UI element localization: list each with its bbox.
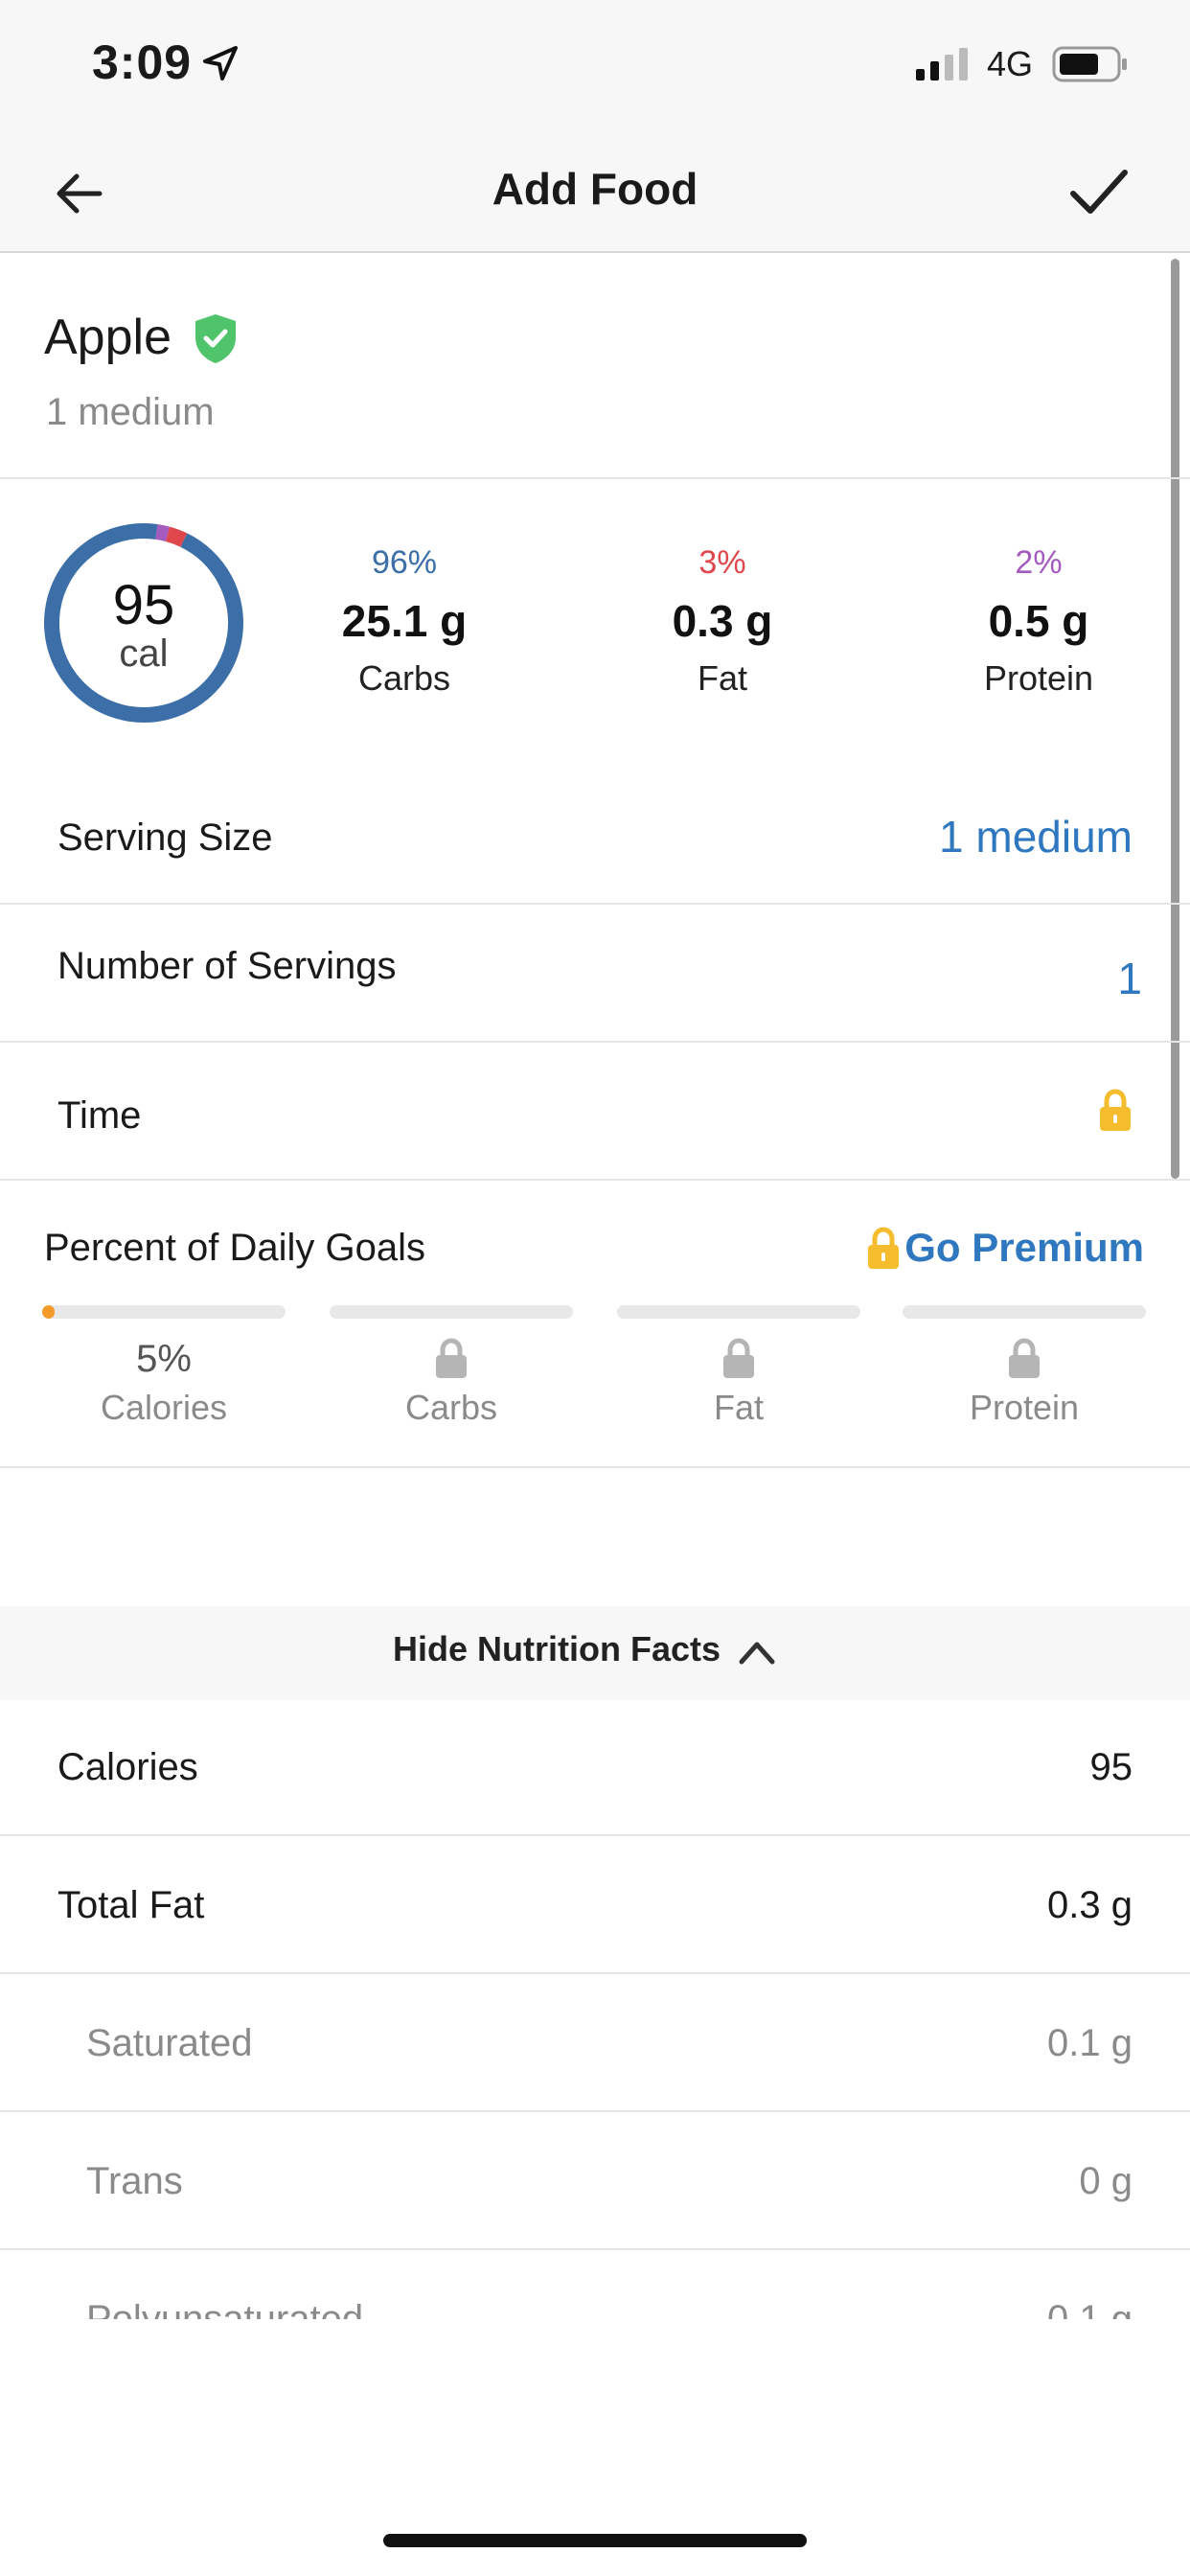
goal-fat: Fat [617,1338,860,1428]
goal-label: Protein [969,1388,1080,1427]
goal-progress-protein [903,1305,1146,1319]
goal-label: Calories [100,1388,228,1427]
number-of-servings-label: Number of Servings [57,945,397,987]
divider [0,1466,1190,1468]
divider [0,1179,1190,1181]
chevron-up-icon [739,1642,775,1665]
goal-carbs: Carbs [330,1338,573,1428]
goal-progress-fill [42,1305,55,1319]
goal-lock [330,1338,573,1384]
goal-protein: Protein [903,1338,1146,1428]
signal-icon [916,48,968,80]
macro-carbs: 96% 25.1 g Carbs [289,544,519,699]
serving-size-value[interactable]: 1 medium [939,811,1133,862]
macro-percent: 96% [371,544,438,581]
divider [0,1041,1190,1043]
macro-protein: 2% 0.5 g Protein [924,544,1154,699]
macro-fat: 3% 0.3 g Fat [607,544,837,699]
nutrition-row-label: Calories [57,1746,198,1788]
macro-grams: 0.5 g [988,596,1089,646]
serving-size-label: Serving Size [57,816,273,859]
macro-label: Fat [697,658,747,698]
divider [0,2248,1190,2250]
divider [0,1834,1190,1836]
verified-shield-icon [195,314,236,363]
lock-icon[interactable] [1098,1089,1133,1133]
location-arrow-icon [203,46,238,80]
macro-label: Protein [983,658,1094,698]
lock-icon [436,1338,467,1378]
status-time: 3:09 [92,35,193,89]
battery-icon [1052,46,1127,82]
divider [0,2110,1190,2112]
divider [0,1972,1190,1974]
page-title: Add Food [492,164,698,214]
food-name: Apple [44,310,172,365]
network-label: 4G [987,44,1034,83]
goal-progress-carbs [330,1305,573,1319]
nutrition-row-value: 0.1 g [1047,2022,1133,2064]
goal-lock [617,1338,860,1384]
number-of-servings-value[interactable]: 1 [1117,953,1142,1004]
nutrition-row-value: 95 [1089,1746,1133,1788]
nutrition-row-label: Trans [86,2160,183,2202]
lock-icon [1009,1338,1040,1378]
macro-percent: 3% [698,544,746,581]
goal-progress-fat [617,1305,860,1319]
nutrition-row-label: Total Fat [57,1884,205,1926]
goal-calories: 5% Calories [42,1338,286,1428]
go-premium-link[interactable]: Go Premium [904,1225,1144,1271]
calories-unit: cal [119,632,169,675]
nutrition-toggle-label: Hide Nutrition Facts [392,1629,721,1668]
food-serving-description: 1 medium [46,391,215,433]
goal-label: Carbs [404,1388,498,1427]
status-bar: 3:09 4G [0,0,1190,134]
home-indicator[interactable] [383,2534,807,2547]
checkmark-icon[interactable] [1065,161,1133,222]
hide-nutrition-facts-toggle[interactable]: Hide Nutrition Facts [0,1606,1190,1700]
daily-goals-title: Percent of Daily Goals [44,1227,425,1269]
macro-percent: 2% [1015,544,1063,581]
nutrition-row-value: 0.3 g [1047,1884,1133,1926]
goal-label: Fat [713,1388,764,1427]
divider [0,477,1190,479]
goal-value: 5% [136,1338,192,1380]
calories-value: 95 [112,574,175,636]
lock-icon [868,1227,899,1269]
time-label: Time [57,1094,142,1137]
macro-grams: 0.3 g [672,596,773,646]
nutrition-row-label: Saturated [86,2022,253,2064]
goal-progress-calories [42,1305,286,1319]
lock-icon [723,1338,754,1378]
navigation-bar: Add Food [0,134,1190,253]
macro-grams: 25.1 g [341,596,468,646]
goal-lock [903,1338,1146,1384]
nutrition-row-value: 0 g [1079,2160,1133,2202]
macro-label: Carbs [357,658,451,698]
divider [0,903,1190,905]
